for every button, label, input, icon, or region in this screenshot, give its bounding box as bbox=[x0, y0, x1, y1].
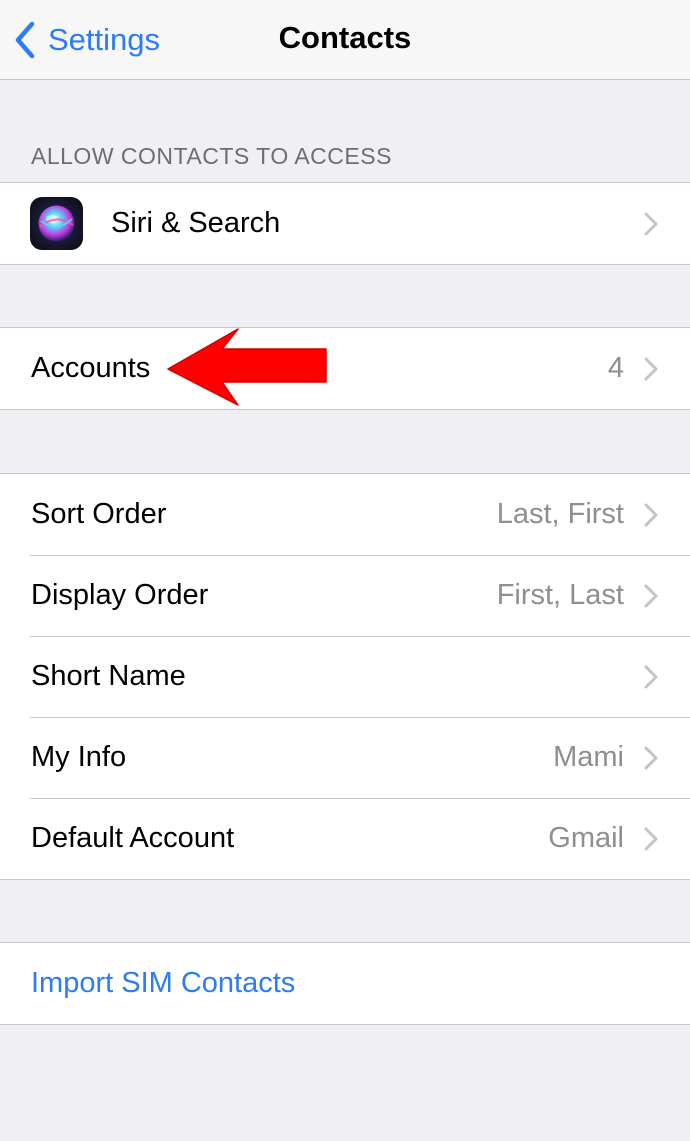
siri-search-row[interactable]: Siri & Search bbox=[0, 183, 690, 264]
navigation-bar: Settings Contacts bbox=[0, 0, 690, 80]
chevron-right-icon bbox=[644, 746, 658, 770]
red-arrow-icon bbox=[167, 328, 327, 406]
sort-order-row[interactable]: Sort Order Last, First bbox=[0, 474, 690, 555]
chevron-right-icon bbox=[644, 503, 658, 527]
my-info-label: My Info bbox=[31, 741, 127, 773]
short-name-label: Short Name bbox=[31, 660, 186, 692]
default-account-value: Gmail bbox=[548, 822, 624, 854]
section-header-allow-access: ALLOW CONTACTS TO ACCESS bbox=[31, 143, 392, 169]
accounts-group: Accounts 4 bbox=[0, 327, 690, 410]
default-account-row[interactable]: Default Account Gmail bbox=[0, 798, 690, 879]
sort-order-value: Last, First bbox=[496, 498, 624, 530]
siri-icon bbox=[30, 197, 83, 250]
my-info-row[interactable]: My Info Mami bbox=[0, 717, 690, 798]
import-group: Import SIM Contacts bbox=[0, 942, 690, 1025]
page-title: Contacts bbox=[278, 20, 412, 55]
short-name-row[interactable]: Short Name bbox=[0, 636, 690, 717]
chevron-right-icon bbox=[644, 665, 658, 689]
allow-access-group: Siri & Search bbox=[0, 182, 690, 265]
import-sim-contacts-button[interactable]: Import SIM Contacts bbox=[0, 943, 690, 1024]
my-info-value: Mami bbox=[553, 741, 624, 773]
import-sim-contacts-label: Import SIM Contacts bbox=[31, 967, 296, 999]
default-account-label: Default Account bbox=[31, 822, 235, 854]
accounts-label: Accounts bbox=[31, 352, 151, 384]
siri-search-label: Siri & Search bbox=[111, 207, 281, 239]
display-order-row[interactable]: Display Order First, Last bbox=[0, 555, 690, 636]
display-order-value: First, Last bbox=[496, 579, 624, 611]
contact-settings-group: Sort Order Last, First Display Order Fir… bbox=[0, 473, 690, 880]
display-order-label: Display Order bbox=[31, 579, 209, 611]
chevron-right-icon bbox=[644, 212, 658, 236]
chevron-right-icon bbox=[644, 827, 658, 851]
accounts-count: 4 bbox=[607, 352, 624, 384]
chevron-right-icon bbox=[644, 357, 658, 381]
sort-order-label: Sort Order bbox=[31, 498, 167, 530]
chevron-right-icon bbox=[644, 584, 658, 608]
accounts-row[interactable]: Accounts 4 bbox=[0, 328, 690, 409]
